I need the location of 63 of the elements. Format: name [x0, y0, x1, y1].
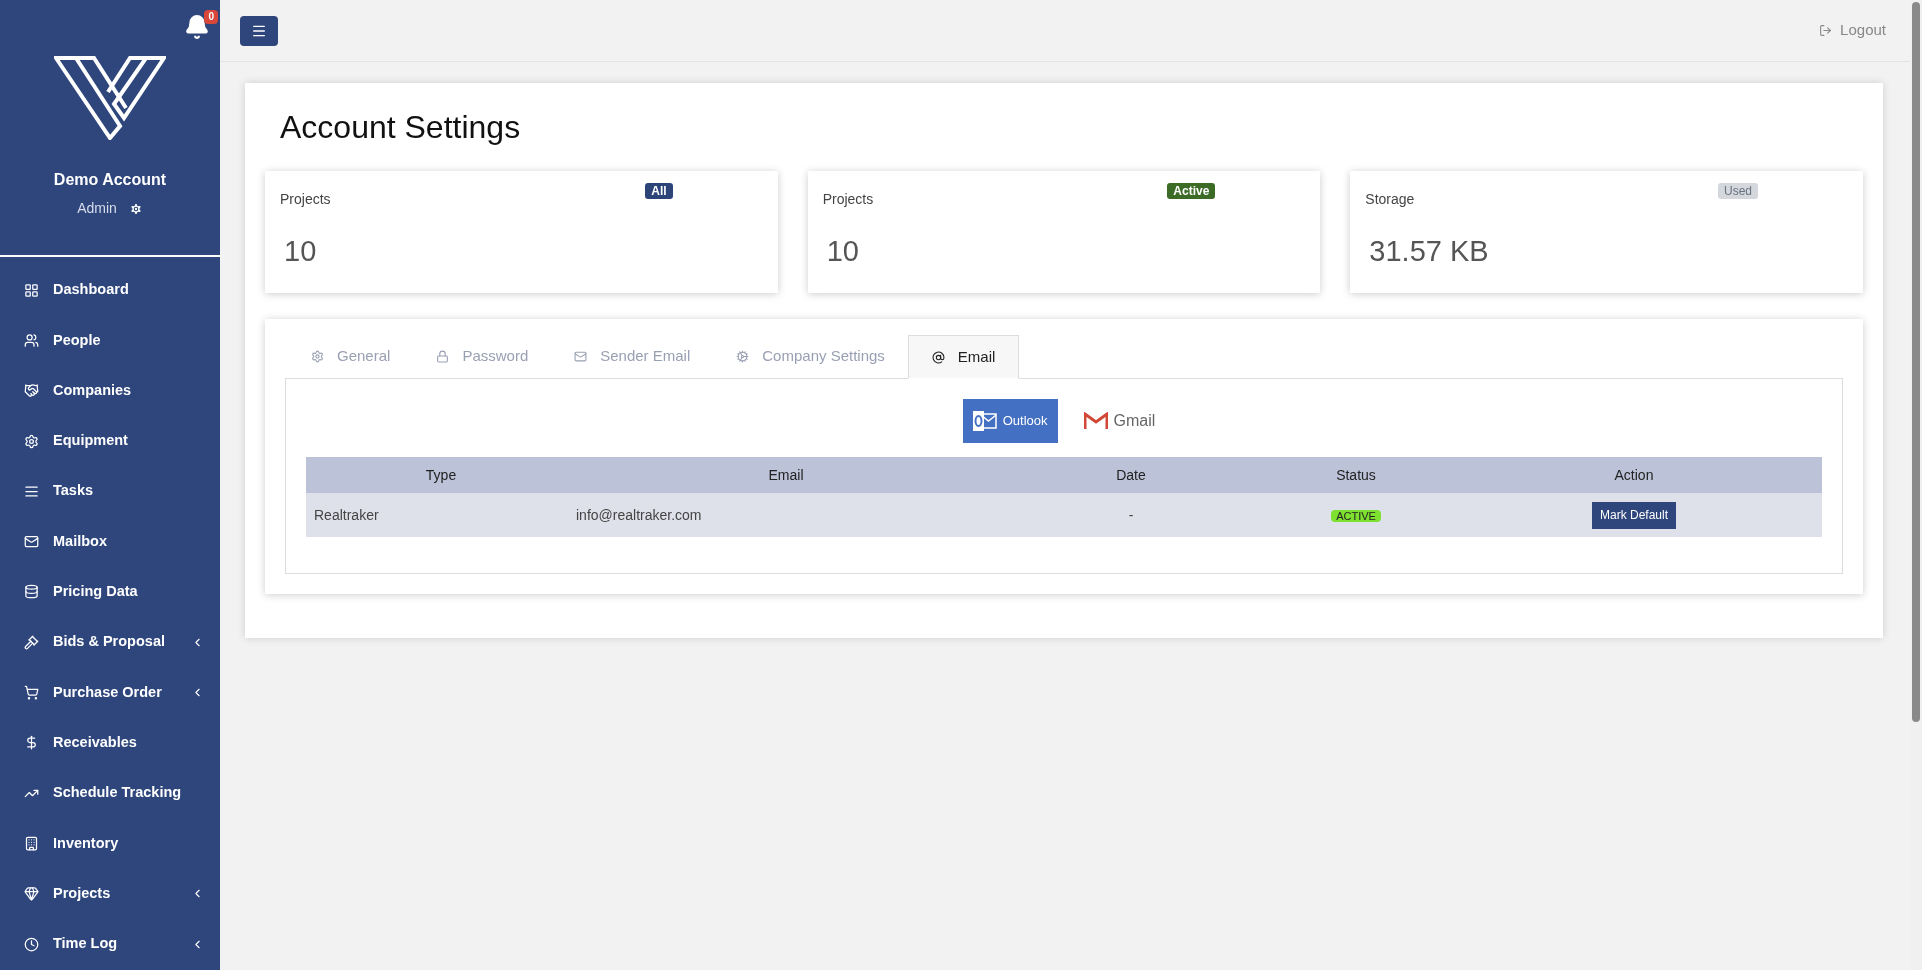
sidebar-item[interactable]: People — [0, 315, 220, 366]
column-header: Type — [306, 457, 576, 493]
gear-icon — [24, 433, 39, 449]
column-header: Status — [1266, 457, 1446, 493]
database-icon — [24, 584, 39, 600]
column-header: Action — [1446, 457, 1822, 493]
sidebar-item[interactable]: Dashboard — [0, 265, 220, 316]
table-cell: - — [996, 493, 1266, 537]
sidebar-item[interactable]: Purchase Order — [0, 667, 220, 718]
column-header: Date — [996, 457, 1266, 493]
account-role: Admin — [77, 199, 117, 218]
logo-icon — [54, 56, 166, 140]
stat-value: 10 — [284, 234, 318, 269]
diamond-icon — [24, 886, 39, 902]
handshake-icon — [24, 383, 39, 399]
gmail-icon — [1083, 412, 1108, 430]
envelope-icon — [574, 349, 588, 363]
sidebar-item[interactable]: Time Log — [0, 918, 220, 970]
stat-label: Projects — [822, 190, 874, 209]
stat-value: 10 — [826, 234, 860, 269]
sidebar-item[interactable]: Pricing Data — [0, 566, 220, 618]
sidebar-item[interactable]: Equipment — [0, 415, 220, 467]
provider-button[interactable]: Outlook — [962, 399, 1058, 443]
menu-button[interactable] — [240, 15, 278, 46]
envelope-icon — [24, 534, 39, 550]
stat-badge: All — [645, 183, 673, 199]
gear-icon — [311, 349, 324, 363]
list-icon — [24, 483, 39, 499]
status-badge: ACTIVE — [1331, 509, 1381, 522]
stat-label: Storage — [1365, 190, 1415, 209]
sidebar-item[interactable]: Companies — [0, 365, 220, 416]
page-title: Account Settings — [280, 108, 522, 147]
settings-icon[interactable] — [128, 201, 143, 216]
column-header: Email — [576, 457, 996, 493]
clock-icon — [24, 936, 39, 952]
sidebar-item[interactable]: Schedule Tracking — [0, 767, 220, 819]
lock-icon — [436, 349, 450, 363]
stat-value: 31.57 KB — [1369, 234, 1490, 269]
settings-tab[interactable]: Email — [907, 335, 1020, 379]
notification-count: 0 — [204, 10, 218, 24]
notification-bell-icon[interactable] — [184, 14, 210, 40]
gavel-icon — [24, 634, 39, 650]
at-sign-icon — [931, 350, 945, 364]
sidebar-item[interactable]: Tasks — [0, 466, 220, 517]
mark-default-button[interactable]: Mark Default — [1592, 501, 1676, 529]
grid-icon — [24, 282, 39, 298]
sidebar-item[interactable]: Inventory — [0, 818, 220, 869]
sidebar-item[interactable]: Mailbox — [0, 516, 220, 567]
sidebar-item[interactable]: Receivables — [0, 717, 220, 768]
sidebar-item[interactable]: Bids & Proposal — [0, 617, 220, 668]
outlook-icon — [972, 410, 997, 432]
dollar-icon — [24, 735, 39, 751]
building-icon — [24, 835, 39, 851]
cart-icon — [24, 685, 39, 700]
stat-badge: Active — [1167, 183, 1216, 199]
logout-icon — [1819, 24, 1833, 37]
people-icon — [24, 332, 39, 348]
sidebar-item[interactable]: Projects — [0, 868, 220, 919]
stat-label: Projects — [280, 190, 331, 209]
table-cell: info@realtraker.com — [576, 493, 996, 537]
table-cell: Realtraker — [306, 493, 576, 537]
stat-badge: Used — [1718, 183, 1758, 199]
account-name: Demo Account — [53, 170, 167, 190]
